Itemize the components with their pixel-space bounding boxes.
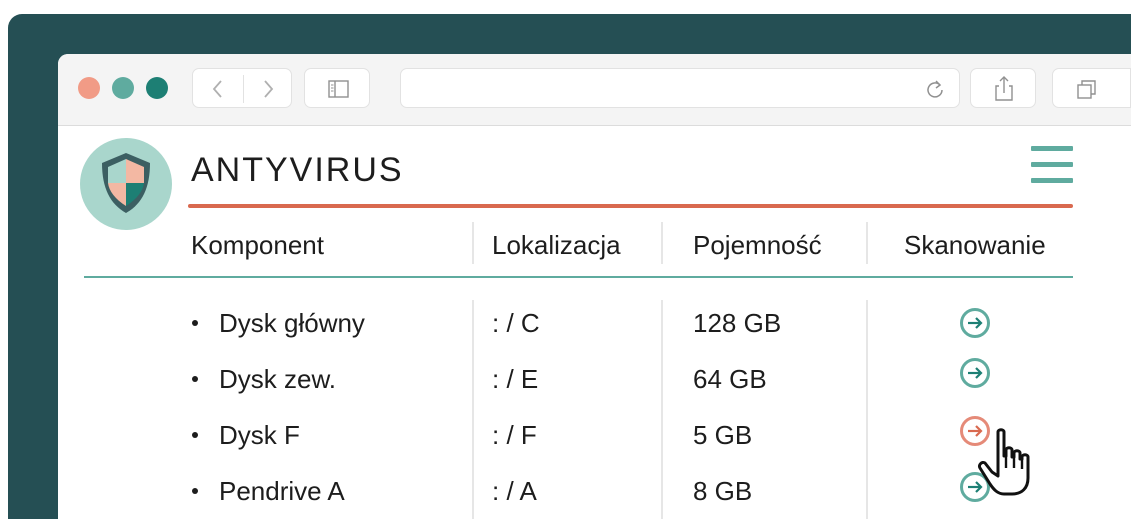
column-header-location: Lokalizacja	[492, 230, 621, 260]
cell-capacity: 5 GB	[693, 420, 753, 450]
sidebar-toggle-button[interactable]	[304, 68, 370, 108]
list-bullet	[192, 320, 198, 326]
back-icon[interactable]	[209, 79, 227, 99]
cell-capacity: 8 GB	[693, 476, 753, 506]
title-underline	[188, 204, 1073, 208]
scan-button[interactable]	[960, 358, 990, 388]
cell-component: Dysk zew.	[219, 364, 337, 394]
forward-icon[interactable]	[259, 79, 277, 99]
column-divider	[472, 300, 474, 519]
list-bullet	[192, 376, 198, 382]
address-bar[interactable]	[400, 68, 960, 108]
column-header-scan: Skanowanie	[904, 230, 1046, 260]
cell-location: : / E	[492, 364, 539, 394]
cell-capacity: 128 GB	[693, 308, 782, 338]
browser-toolbar	[58, 54, 1131, 126]
tabs-button[interactable]	[1052, 68, 1131, 108]
header-divider	[472, 222, 474, 264]
app-logo	[80, 138, 172, 230]
cell-capacity: 64 GB	[693, 364, 767, 394]
cell-component: Dysk F	[219, 420, 300, 450]
nav-separator	[243, 75, 244, 103]
browser-window: ANTYVIRUS Komponent Lokalizacja Pojemnoś…	[58, 54, 1131, 519]
header-divider	[661, 222, 663, 264]
column-divider	[866, 300, 868, 519]
window-maximize-dot[interactable]	[146, 77, 168, 99]
hand-pointer-icon	[978, 428, 1030, 496]
hamburger-menu-icon[interactable]	[1031, 146, 1073, 184]
reload-icon[interactable]	[925, 79, 945, 99]
list-bullet	[192, 488, 198, 494]
cell-location: : / A	[492, 476, 537, 506]
sidebar-icon	[328, 80, 349, 98]
window-minimize-dot[interactable]	[112, 77, 134, 99]
column-divider	[661, 300, 663, 519]
app-title: ANTYVIRUS	[191, 151, 404, 189]
header-underline	[84, 276, 1073, 278]
cell-component: Pendrive A	[219, 476, 345, 506]
share-button[interactable]	[970, 68, 1036, 108]
tabs-icon	[1077, 80, 1096, 99]
cell-location: : / F	[492, 420, 537, 450]
scan-button[interactable]	[960, 308, 990, 338]
window-close-dot[interactable]	[78, 77, 100, 99]
cell-location: : / C	[492, 308, 540, 338]
share-icon	[995, 76, 1013, 101]
column-header-capacity: Pojemność	[693, 230, 822, 260]
cell-component: Dysk główny	[219, 308, 365, 338]
navigation-buttons	[192, 68, 292, 108]
column-header-component: Komponent	[191, 230, 324, 260]
shield-icon	[102, 153, 150, 213]
header-divider	[866, 222, 868, 264]
list-bullet	[192, 432, 198, 438]
